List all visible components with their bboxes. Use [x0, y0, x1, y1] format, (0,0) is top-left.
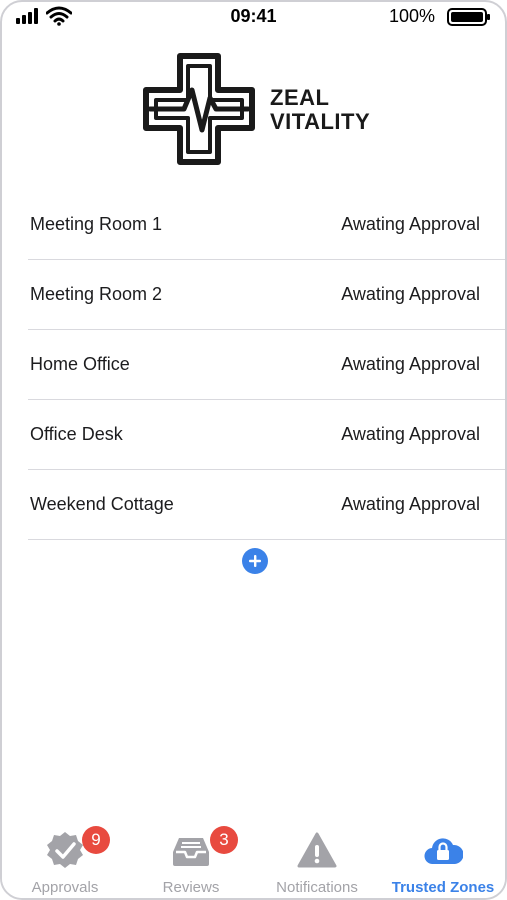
zone-name: Meeting Room 1: [30, 214, 163, 234]
zone-row[interactable]: Weekend Cottage Awating Approval: [28, 470, 505, 540]
zone-row[interactable]: Home Office Awating Approval: [28, 330, 505, 400]
tab-approvals[interactable]: 9 Approvals: [2, 822, 128, 898]
status-bar: 09:41 100%: [2, 2, 505, 32]
brand-logo: ZEAL VITALITY: [140, 50, 380, 170]
brand-name: ZEAL VITALITY: [270, 86, 370, 134]
zone-status: Awating Approval: [341, 424, 480, 444]
tab-reviews[interactable]: 3 Reviews: [128, 822, 254, 898]
plus-icon: [249, 555, 261, 567]
zone-name: Office Desk: [30, 424, 123, 444]
zone-status: Awating Approval: [341, 354, 480, 374]
zone-row[interactable]: Office Desk Awating Approval: [28, 400, 505, 470]
medical-cross-pulse-icon: [143, 53, 255, 165]
tab-label: Notifications: [276, 879, 358, 896]
approvals-count-badge: 9: [82, 826, 110, 854]
warning-triangle-icon: [297, 832, 337, 868]
zone-status: Awating Approval: [341, 494, 480, 514]
tab-trusted-zones[interactable]: Trusted Zones: [380, 822, 505, 898]
tab-label: Approvals: [31, 879, 99, 896]
tab-label: Reviews: [162, 879, 220, 896]
inbox-tray-icon: [173, 838, 209, 866]
zone-status: Awating Approval: [341, 214, 480, 234]
zone-row[interactable]: Meeting Room 2 Awating Approval: [28, 260, 505, 330]
brand-name-line2: VITALITY: [270, 109, 371, 134]
zone-name: Meeting Room 2: [30, 284, 163, 304]
zone-name: Weekend Cottage: [30, 494, 174, 514]
battery-percent: 100%: [388, 6, 435, 26]
zone-status: Awating Approval: [341, 284, 480, 304]
trusted-zones-list: Meeting Room 1 Awating Approval Meeting …: [28, 190, 505, 540]
add-zone-button[interactable]: [242, 548, 268, 574]
reviews-count-badge: 3: [210, 826, 238, 854]
brand-name-line1: ZEAL: [270, 85, 330, 110]
tab-bar: 9 Approvals 3 Reviews Notifications Trus…: [2, 822, 505, 898]
cloud-lock-icon: [424, 838, 463, 865]
tab-notifications[interactable]: Notifications: [254, 822, 380, 898]
battery-icon: [447, 8, 490, 26]
zone-name: Home Office: [30, 354, 130, 374]
phone-screen: 09:41 100% ZEAL VITALITY Meeting Room 1 …: [0, 0, 507, 900]
check-badge-icon: [47, 832, 83, 868]
tab-label: Trusted Zones: [391, 879, 495, 896]
zone-row[interactable]: Meeting Room 1 Awating Approval: [28, 190, 505, 260]
